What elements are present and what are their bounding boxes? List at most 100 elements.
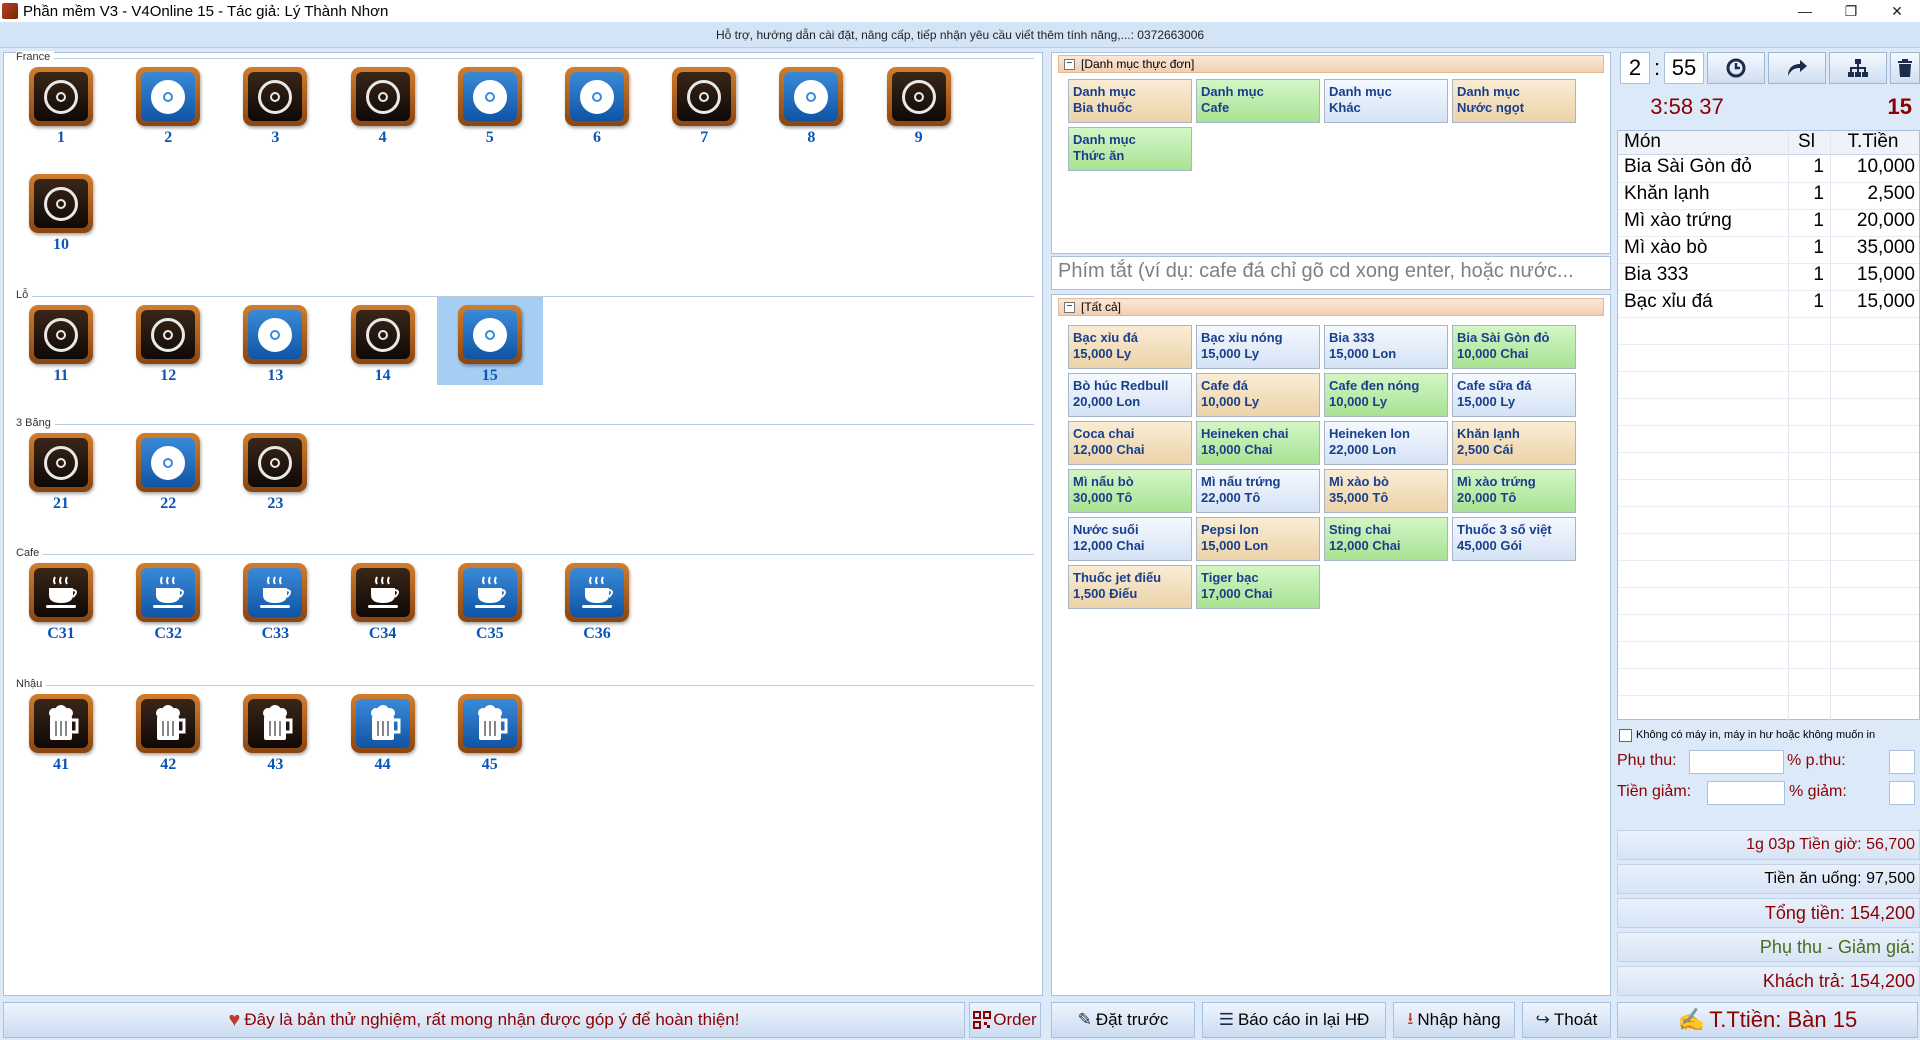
menu-item-button[interactable]: Coca chai 12,000 Chai	[1068, 421, 1192, 465]
table-tile[interactable]: 11	[8, 297, 114, 385]
menu-item-button[interactable]: Mì xào bò 35,000 Tô	[1324, 469, 1448, 513]
menu-item-button[interactable]: Mì nấu trứng 22,000 Tô	[1196, 469, 1320, 513]
table-tile[interactable]: 5	[437, 59, 543, 147]
menu-item-button[interactable]: Mì nấu bò 30,000 Tô	[1068, 469, 1192, 513]
no-printer-checkbox[interactable]	[1619, 728, 1632, 742]
menu-item-button[interactable]: Khăn lạnh 2,500 Cái	[1452, 421, 1576, 465]
menu-item-button[interactable]: Thuốc jet điếu 1,500 Điếu	[1068, 565, 1192, 609]
table-tile[interactable]: C31	[8, 555, 114, 643]
table-tile[interactable]: 23	[222, 425, 328, 513]
exit-button[interactable]: ↪ Thoát	[1522, 1002, 1611, 1038]
table-tile[interactable]: 41	[8, 686, 114, 774]
order-button[interactable]: Order	[969, 1002, 1041, 1038]
table-tile[interactable]: 43	[222, 686, 328, 774]
merge-tables-button[interactable]	[1829, 52, 1887, 84]
coffee-cup-icon	[29, 563, 93, 622]
order-row[interactable]: Mì xào bò 1 35,000	[1618, 237, 1919, 264]
menu-item-button[interactable]: Pepsi lon 15,000 Lon	[1196, 517, 1320, 561]
menu-item-button[interactable]: Nước suối 12,000 Chai	[1068, 517, 1192, 561]
menu-item-button[interactable]: Danh mục Khác	[1324, 79, 1448, 123]
menu-item-button[interactable]: Bạc xỉu nóng 15,000 Ly	[1196, 325, 1320, 369]
menu-item-button[interactable]: Mì xào trứng 20,000 Tô	[1452, 469, 1576, 513]
shortcut-search-input[interactable]: Phím tắt (ví dụ: cafe đá chỉ gõ cd xong …	[1051, 256, 1611, 290]
table-tile[interactable]: C35	[437, 555, 543, 643]
minutes-field[interactable]: 55	[1664, 52, 1704, 84]
no-printer-option[interactable]: Không có máy in, máy in hư hoặc không mu…	[1617, 725, 1920, 745]
order-row[interactable]: Mì xào trứng 1 20,000	[1618, 210, 1919, 237]
trash-icon	[1898, 59, 1912, 77]
table-tile[interactable]: 9	[866, 59, 972, 147]
menu-item-button[interactable]: Danh mục Thức ăn	[1068, 127, 1192, 171]
table-tile[interactable]: 4	[330, 59, 436, 147]
col-qty-header[interactable]: Sl	[1788, 131, 1830, 154]
minimize-icon[interactable]: —	[1782, 0, 1828, 22]
billiard-icon	[350, 305, 415, 364]
reserve-button[interactable]: ✎ Đặt trước	[1051, 1002, 1195, 1038]
order-row[interactable]: Khăn lạnh 1 2,500	[1618, 183, 1919, 210]
surcharge-input[interactable]	[1689, 750, 1784, 774]
table-tile[interactable]: 8	[758, 59, 864, 147]
surcharge-pct-input[interactable]	[1889, 750, 1915, 774]
restore-icon[interactable]: ❐	[1828, 0, 1874, 22]
menu-item-button[interactable]: Heineken lon 22,000 Lon	[1324, 421, 1448, 465]
collapse-icon[interactable]: −	[1064, 302, 1075, 313]
table-tile[interactable]: C34	[330, 555, 436, 643]
table-tile[interactable]: 6	[544, 59, 650, 147]
table-tile[interactable]: 13	[222, 297, 328, 385]
table-tile[interactable]: 2	[115, 59, 221, 147]
col-total-header[interactable]: T.Tiền	[1830, 131, 1919, 154]
menu-item-button[interactable]: Cafe đá 10,000 Ly	[1196, 373, 1320, 417]
table-tile[interactable]: 1	[8, 59, 114, 147]
table-tile[interactable]: 12	[115, 297, 221, 385]
hours-field[interactable]: 2	[1620, 52, 1650, 84]
menu-item-button[interactable]: Tiger bạc 17,000 Chai	[1196, 565, 1320, 609]
discount-input[interactable]	[1707, 781, 1785, 805]
order-row[interactable]: Bạc xỉu đá 1 15,000	[1618, 291, 1919, 318]
menu-item-button[interactable]: Danh mục Bia thuốc	[1068, 79, 1192, 123]
menu-item-button[interactable]: Danh mục Nước ngọt	[1452, 79, 1576, 123]
table-tile[interactable]: 3	[222, 59, 328, 147]
import-button[interactable]: ⭳ Nhập hàng	[1393, 1002, 1515, 1038]
menu-item-button[interactable]: Bạc xỉu đá 15,000 Ly	[1068, 325, 1192, 369]
table-tile[interactable]: 14	[330, 297, 436, 385]
table-tile[interactable]: C36	[544, 555, 650, 643]
menu-item-button[interactable]: Danh mục Cafe	[1196, 79, 1320, 123]
menu-item-button[interactable]: Bia 333 15,000 Lon	[1324, 325, 1448, 369]
table-tile[interactable]: C32	[115, 555, 221, 643]
menu-item-button[interactable]: Heineken chai 18,000 Chai	[1196, 421, 1320, 465]
collapse-icon[interactable]: −	[1064, 59, 1075, 70]
menu-item-button[interactable]: Bia Sài Gòn đỏ 10,000 Chai	[1452, 325, 1576, 369]
surcharge-pct-label: % p.thu:	[1787, 752, 1846, 769]
discount-row: Tiền giảm: % giảm:	[1617, 779, 1920, 807]
discount-pct-input[interactable]	[1889, 781, 1915, 805]
menu-item-button[interactable]: Cafe đen nóng 10,000 Ly	[1324, 373, 1448, 417]
table-tile[interactable]: 7	[651, 59, 757, 147]
close-icon[interactable]: ✕	[1874, 0, 1920, 22]
table-tile[interactable]: 45	[437, 686, 543, 774]
order-list[interactable]: Món Sl T.Tiền Bia Sài Gòn đỏ 1 10,000 Khăn …	[1617, 130, 1920, 723]
items-group-header[interactable]: − [Tất cả]	[1058, 298, 1604, 316]
item-price: Thức ăn	[1073, 148, 1125, 163]
report-button[interactable]: ☰ Báo cáo in lại HĐ	[1202, 1002, 1386, 1038]
transfer-table-button[interactable]	[1768, 52, 1826, 84]
category-group-header[interactable]: − [Danh mục thực đơn]	[1058, 55, 1604, 73]
order-row[interactable]: Bia 333 1 15,000	[1618, 264, 1919, 291]
table-tile[interactable]: 44	[330, 686, 436, 774]
table-tile[interactable]: C33	[222, 555, 328, 643]
order-row[interactable]: Bia Sài Gòn đỏ 1 10,000	[1618, 156, 1919, 183]
order-item-total: 15,000	[1830, 264, 1919, 290]
delete-button[interactable]	[1890, 52, 1920, 84]
checkout-button[interactable]: ✍ T.Ttiền: Bàn 15	[1617, 1002, 1918, 1038]
col-name-header[interactable]: Món	[1618, 131, 1788, 154]
order-item-qty: 1	[1788, 156, 1830, 182]
menu-item-button[interactable]: Thuốc 3 số việt 45,000 Gói	[1452, 517, 1576, 561]
table-tile[interactable]: 42	[115, 686, 221, 774]
table-tile[interactable]: 10	[8, 166, 114, 254]
menu-item-button[interactable]: Cafe sữa đá 15,000 Ly	[1452, 373, 1576, 417]
alarm-button[interactable]	[1707, 52, 1765, 84]
table-tile[interactable]: 21	[8, 425, 114, 513]
menu-item-button[interactable]: Bò húc Redbull 20,000 Lon	[1068, 373, 1192, 417]
table-tile[interactable]: 22	[115, 425, 221, 513]
table-tile[interactable]: 15	[436, 297, 543, 385]
menu-item-button[interactable]: Sting chai 12,000 Chai	[1324, 517, 1448, 561]
